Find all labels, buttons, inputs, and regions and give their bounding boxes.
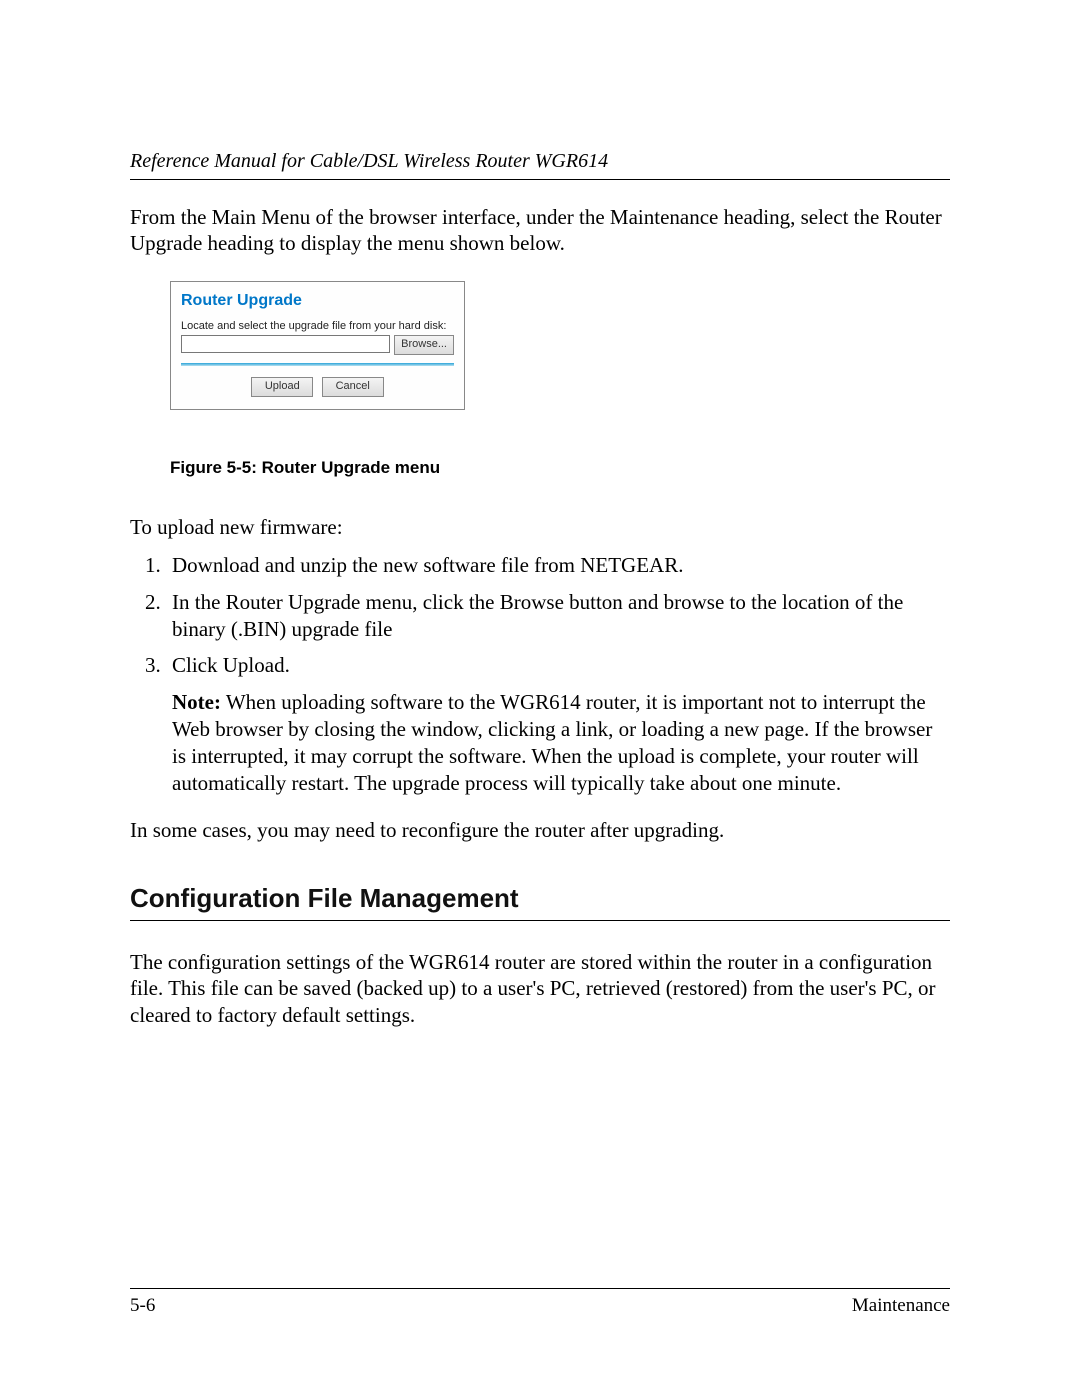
screenshot-locate-label: Locate and select the upgrade file from … (181, 320, 454, 332)
file-path-input[interactable] (181, 335, 390, 353)
screenshot-file-row: Browse... (181, 335, 454, 355)
footer-divider (130, 1288, 950, 1289)
note-paragraph: Note: When uploading software to the WGR… (172, 689, 950, 797)
note-text: When uploading software to the WGR614 ro… (172, 690, 932, 795)
upload-firmware-heading: To upload new firmware: (130, 514, 950, 540)
cancel-button[interactable]: Cancel (322, 377, 384, 397)
note-label: Note: (172, 690, 221, 714)
after-steps-paragraph: In some cases, you may need to reconfigu… (130, 817, 950, 843)
router-upgrade-screenshot: Router Upgrade Locate and select the upg… (170, 281, 465, 410)
section-heading-config: Configuration File Management (130, 883, 950, 914)
upload-button[interactable]: Upload (251, 377, 313, 397)
steps-list: Download and unzip the new software file… (130, 552, 950, 797)
config-paragraph: The configuration settings of the WGR614… (130, 949, 950, 1028)
step-2: In the Router Upgrade menu, click the Br… (166, 589, 950, 643)
document-page: Reference Manual for Cable/DSL Wireless … (0, 0, 1080, 1397)
page-footer: 5-6 Maintenance (130, 1288, 950, 1317)
section-divider (130, 920, 950, 921)
intro-paragraph: From the Main Menu of the browser interf… (130, 204, 950, 257)
step-3: Click Upload. Note: When uploading softw… (166, 652, 950, 796)
footer-section-name: Maintenance (852, 1295, 950, 1317)
figure-caption: Figure 5-5: Router Upgrade menu (170, 458, 950, 478)
document-header-title: Reference Manual for Cable/DSL Wireless … (130, 150, 950, 173)
figure-block: Router Upgrade Locate and select the upg… (170, 281, 950, 478)
footer-row: 5-6 Maintenance (130, 1295, 950, 1317)
step-3-text: Click Upload. (172, 653, 290, 677)
screenshot-button-row: Upload Cancel (181, 376, 454, 397)
page-number: 5-6 (130, 1295, 155, 1317)
header-divider (130, 179, 950, 180)
screenshot-title: Router Upgrade (181, 292, 454, 310)
step-1: Download and unzip the new software file… (166, 552, 950, 579)
screenshot-divider (181, 363, 454, 366)
browse-button[interactable]: Browse... (394, 335, 454, 355)
